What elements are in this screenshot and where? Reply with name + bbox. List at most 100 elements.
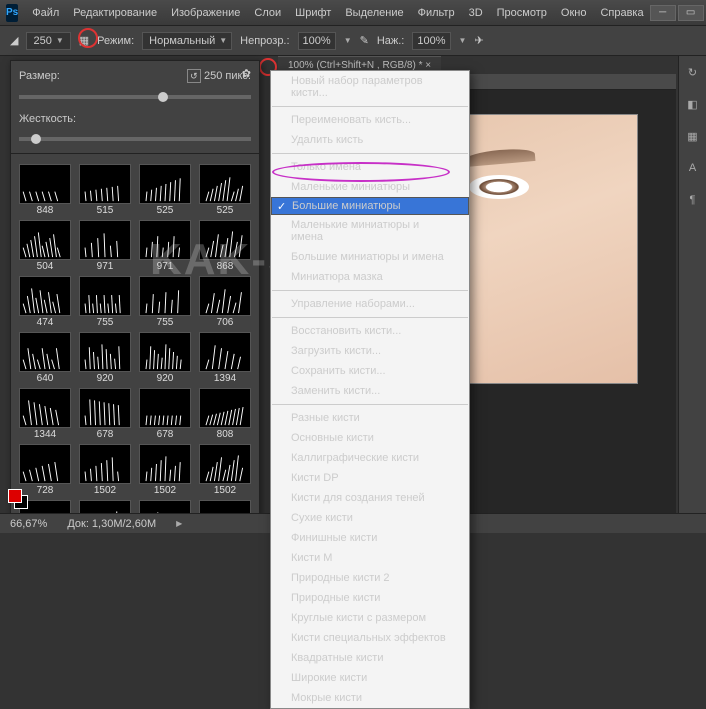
ctx-item[interactable]: Каллиграфические кисти <box>271 448 469 468</box>
ctx-item[interactable]: Только имена <box>271 157 469 177</box>
color-icon[interactable]: ◧ <box>684 98 702 116</box>
status-menu-chevron[interactable]: ▶ <box>176 519 182 528</box>
ctx-item[interactable]: Кисти M <box>271 548 469 568</box>
menu-Изображение[interactable]: Изображение <box>165 4 246 22</box>
opacity-label: Непрозр.: <box>240 35 289 47</box>
menu-Окно[interactable]: Окно <box>555 4 593 22</box>
brush-preset[interactable]: 971 <box>77 220 133 272</box>
maximize-button[interactable]: ▭ <box>678 5 704 21</box>
menu-Редактирование[interactable]: Редактирование <box>67 4 163 22</box>
zoom-level[interactable]: 66,67% <box>10 518 47 530</box>
gear-icon[interactable]: ✿ <box>242 67 251 80</box>
separator <box>272 404 468 405</box>
titlebar: Ps ФайлРедактированиеИзображениеСлоиШриф… <box>0 0 706 26</box>
menubar: ФайлРедактированиеИзображениеСлоиШрифтВы… <box>26 4 649 22</box>
size-slider[interactable] <box>19 95 251 99</box>
mode-label: Режим: <box>97 35 134 47</box>
mode-select[interactable]: Нормальный▼ <box>142 32 232 50</box>
brush-preset[interactable]: 504 <box>17 220 73 272</box>
brush-preset[interactable]: 678 <box>77 388 133 440</box>
character-icon[interactable]: A <box>684 162 702 180</box>
ctx-item[interactable]: Восстановить кисти... <box>271 321 469 341</box>
ctx-item[interactable]: Финишные кисти <box>271 528 469 548</box>
hardness-label: Жесткость: <box>19 113 76 125</box>
window-controls: ─ ▭ ✕ <box>650 5 706 21</box>
brush-preset[interactable]: 868 <box>197 220 253 272</box>
brush-preset[interactable]: 808 <box>197 388 253 440</box>
brush-preset[interactable]: 1502 <box>197 444 253 496</box>
menu-Выделение[interactable]: Выделение <box>339 4 409 22</box>
brush-preset[interactable]: 971 <box>137 220 193 272</box>
brush-preset[interactable]: 640 <box>17 332 73 384</box>
brush-preset[interactable]: 920 <box>137 332 193 384</box>
menu-Справка[interactable]: Справка <box>594 4 649 22</box>
separator <box>272 317 468 318</box>
ctx-item[interactable]: Кисти DP <box>271 468 469 488</box>
minimize-button[interactable]: ─ <box>650 5 676 21</box>
brush-preset[interactable]: 1502 <box>137 444 193 496</box>
paragraph-icon[interactable]: ¶ <box>684 194 702 212</box>
menu-Файл[interactable]: Файл <box>26 4 65 22</box>
ctx-item[interactable]: Удалить кисть <box>271 130 469 150</box>
opacity-input[interactable]: 100% <box>298 32 336 50</box>
brush-preset[interactable]: 1502 <box>77 444 133 496</box>
ctx-item[interactable]: Разные кисти <box>271 408 469 428</box>
airbrush-icon[interactable]: ✈ <box>474 34 483 47</box>
ctx-item[interactable]: Природные кисти 2 <box>271 568 469 588</box>
menu-Слои[interactable]: Слои <box>248 4 287 22</box>
ctx-item[interactable]: Миниатюра мазка <box>271 267 469 287</box>
context-menu: Новый набор параметров кисти... Переимено… <box>270 70 470 709</box>
brush-preset[interactable]: 706 <box>197 276 253 328</box>
brush-preset[interactable]: 678 <box>137 388 193 440</box>
ctx-item[interactable]: Большие миниатюры и имена <box>271 247 469 267</box>
brush-preset[interactable]: 920 <box>77 332 133 384</box>
ctx-item[interactable]: Кисти для создания теней <box>271 488 469 508</box>
options-bar: ◢ 250▼ ▦ Режим: Нормальный▼ Непрозр.: 10… <box>0 26 706 56</box>
ctx-item[interactable]: Квадратные кисти <box>271 648 469 668</box>
ctx-item[interactable]: Круглые кисти с размером <box>271 608 469 628</box>
brush-preset[interactable]: 525 <box>197 164 253 216</box>
ctx-item[interactable]: Маленькие миниатюры и имена <box>271 215 469 247</box>
brush-preset[interactable]: 1394 <box>197 332 253 384</box>
ctx-item[interactable]: Управление наборами... <box>271 294 469 314</box>
brush-preset[interactable]: 755 <box>77 276 133 328</box>
brush-preset-icon[interactable]: ◢ <box>10 34 18 47</box>
pressure-opacity-icon[interactable]: ✎ <box>360 34 369 47</box>
ctx-item[interactable]: Мокрые кисти <box>271 688 469 708</box>
ctx-item[interactable]: Кисти специальных эффектов <box>271 628 469 648</box>
flow-input[interactable]: 100% <box>412 32 450 50</box>
separator <box>272 153 468 154</box>
brush-preset[interactable]: 1344 <box>17 388 73 440</box>
ctx-item[interactable]: Заменить кисти... <box>271 381 469 401</box>
menu-3D[interactable]: 3D <box>463 4 489 22</box>
ctx-item[interactable]: Природные кисти <box>271 588 469 608</box>
history-icon[interactable]: ↻ <box>684 66 702 84</box>
ctx-item[interactable]: Загрузить кисти... <box>271 341 469 361</box>
ctx-item[interactable]: Основные кисти <box>271 428 469 448</box>
ctx-item[interactable]: Широкие кисти <box>271 668 469 688</box>
doc-size: Док: 1,30M/2,60M <box>67 518 156 530</box>
ctx-item[interactable]: Новый набор параметров кисти... <box>271 71 469 103</box>
flow-label: Наж.: <box>377 35 405 47</box>
brush-preset[interactable]: 848 <box>17 164 73 216</box>
menu-Просмотр[interactable]: Просмотр <box>491 4 553 22</box>
ctx-item[interactable]: Маленькие миниатюры <box>271 177 469 197</box>
brush-grid[interactable]: 8485155255255049719718684747557557066409… <box>11 158 259 518</box>
ctx-item[interactable]: ✓Большие миниатюры <box>271 197 469 215</box>
hardness-slider[interactable] <box>19 137 251 141</box>
swatches-icon[interactable]: ▦ <box>684 130 702 148</box>
ctx-item[interactable]: Переименовать кисть... <box>271 110 469 130</box>
menu-Фильтр[interactable]: Фильтр <box>412 4 461 22</box>
brush-size-dropdown[interactable]: 250▼ <box>26 32 70 50</box>
color-swatches[interactable] <box>8 489 28 509</box>
foreground-color[interactable] <box>8 489 22 503</box>
brush-preset[interactable]: 755 <box>137 276 193 328</box>
reset-size-icon[interactable]: ↺ <box>187 69 201 83</box>
menu-Шрифт[interactable]: Шрифт <box>289 4 337 22</box>
brush-preset[interactable]: 474 <box>17 276 73 328</box>
ctx-item[interactable]: Сохранить кисти... <box>271 361 469 381</box>
brush-panel-icon[interactable]: ▦ <box>79 34 89 47</box>
brush-preset[interactable]: 515 <box>77 164 133 216</box>
brush-preset[interactable]: 525 <box>137 164 193 216</box>
ctx-item[interactable]: Сухие кисти <box>271 508 469 528</box>
